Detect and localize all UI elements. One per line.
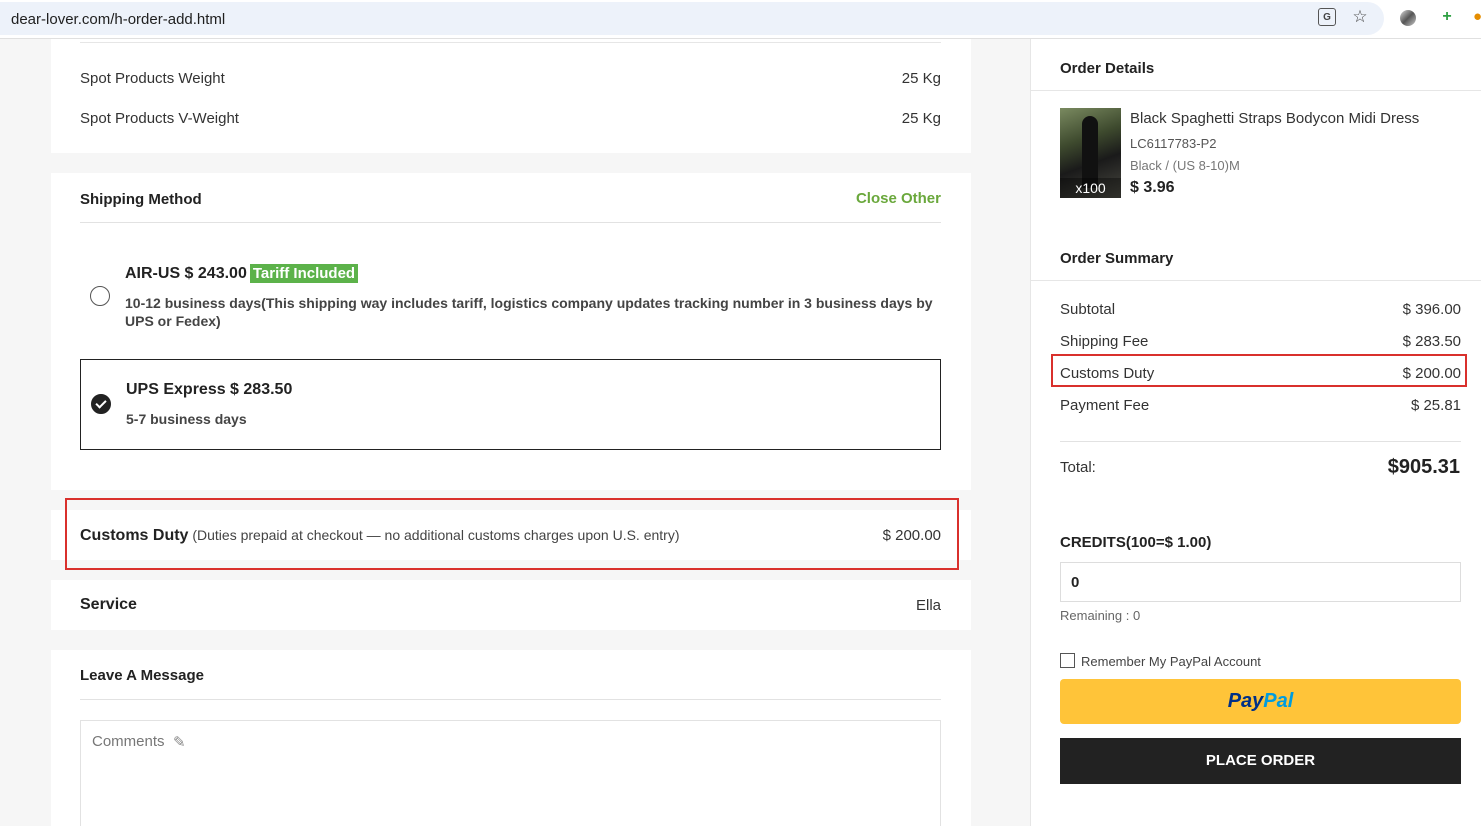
ups-title: UPS Express $ 283.50 (126, 381, 293, 398)
order-summary-title: Order Summary (1060, 250, 1174, 267)
spot-vweight-value: 25 Kg (901, 110, 941, 127)
extension-icon-partial[interactable]: ● (1473, 8, 1481, 26)
subtotal-value: $ 396.00 (1402, 301, 1461, 318)
divider (80, 222, 941, 223)
spot-weight-label: Spot Products Weight (80, 70, 225, 87)
spot-vweight-label: Spot Products V-Weight (80, 110, 239, 127)
air-us-radio[interactable] (90, 286, 110, 306)
shipping-method-title: Shipping Method (80, 191, 202, 208)
extension-icon[interactable] (1400, 10, 1416, 26)
translate-icon[interactable]: G (1318, 8, 1336, 26)
extension-plus-icon[interactable]: + (1438, 8, 1456, 26)
remember-paypal-label[interactable]: Remember My PayPal Account (1081, 654, 1261, 669)
star-icon[interactable]: ☆ (1351, 8, 1369, 26)
pencil-icon: ✎ (173, 734, 186, 751)
browser-toolbar: dear-lover.com/h-order-add.html G ☆ + ● (0, 0, 1481, 38)
subtotal-label: Subtotal (1060, 301, 1116, 318)
paypal-logo-pal: Pal (1263, 690, 1294, 712)
comments-textarea[interactable]: Comments ✎ (80, 720, 941, 826)
product-price: $ 3.96 (1130, 179, 1175, 196)
credits-input[interactable] (1060, 562, 1461, 602)
ups-radio-checked[interactable] (91, 394, 111, 414)
divider (1060, 441, 1461, 442)
highlight-box-customs-duty (65, 498, 959, 570)
divider (80, 42, 941, 43)
summary-row-shipping-fee: Shipping Fee $ 283.50 (1060, 333, 1461, 350)
place-order-button[interactable]: PLACE ORDER (1060, 738, 1461, 784)
shipping-fee-label: Shipping Fee (1060, 333, 1149, 350)
credits-remaining: Remaining : 0 (1060, 608, 1141, 623)
remember-paypal-checkbox[interactable] (1060, 653, 1075, 668)
paypal-button[interactable]: PayPal (1060, 679, 1461, 724)
divider (1031, 280, 1481, 281)
address-bar[interactable]: dear-lover.com/h-order-add.html (0, 2, 1384, 35)
divider (80, 699, 941, 700)
total-label: Total: (1060, 459, 1096, 476)
product-sku: LC6117783-P2 (1130, 136, 1217, 151)
shipping-method-card: Shipping Method Close Other AIR-US $ 243… (51, 173, 971, 490)
spot-weight-value: 25 Kg (901, 70, 941, 87)
url-text[interactable]: dear-lover.com/h-order-add.html (11, 11, 225, 28)
comments-placeholder: Comments (92, 733, 165, 750)
payment-fee-label: Payment Fee (1060, 397, 1150, 414)
product-thumbnail[interactable]: x100 (1060, 108, 1121, 198)
leave-message-title: Leave A Message (80, 667, 204, 684)
credits-title: CREDITS(100=$ 1.00) (1060, 534, 1212, 551)
service-card: Service Ella (51, 580, 971, 630)
close-other-link[interactable]: Close Other (856, 190, 941, 207)
tariff-badge: Tariff Included (249, 264, 359, 283)
payment-fee-value: $ 25.81 (1410, 397, 1461, 414)
leave-message-card: Leave A Message Comments ✎ (51, 650, 971, 826)
summary-row-subtotal: Subtotal $ 396.00 (1060, 301, 1461, 318)
service-label: Service (80, 596, 137, 613)
ups-desc: 5-7 business days (126, 411, 247, 427)
shipping-fee-value: $ 283.50 (1402, 333, 1461, 350)
product-qty: x100 (1060, 178, 1121, 198)
paypal-logo-pay: Pay (1227, 690, 1264, 712)
weights-card: Spot Products Weight 25 Kg Spot Products… (51, 39, 971, 153)
air-us-name: AIR-US $ 243.00 (125, 265, 247, 282)
air-us-desc: 10-12 business days(This shipping way in… (125, 295, 933, 329)
divider (1031, 90, 1481, 91)
spot-vweight-row: Spot Products V-Weight 25 Kg (80, 110, 941, 127)
air-us-title: AIR-US $ 243.00 Tariff Included (125, 264, 359, 283)
order-sidebar: Order Details x100 Black Spaghetti Strap… (1030, 39, 1481, 826)
spot-weight-row: Spot Products Weight 25 Kg (80, 70, 941, 87)
product-name[interactable]: Black Spaghetti Straps Bodycon Midi Dres… (1130, 110, 1419, 127)
shipping-option-ups-express[interactable]: UPS Express $ 283.50 5-7 business days (80, 359, 941, 450)
product-variant: Black / (US 8-10)M (1130, 158, 1240, 173)
service-value: Ella (915, 597, 941, 614)
summary-row-payment-fee: Payment Fee $ 25.81 (1060, 397, 1461, 414)
highlight-box-summary-customs-duty (1051, 354, 1467, 387)
order-details-title: Order Details (1060, 60, 1155, 77)
total-value: $905.31 (1387, 456, 1460, 478)
